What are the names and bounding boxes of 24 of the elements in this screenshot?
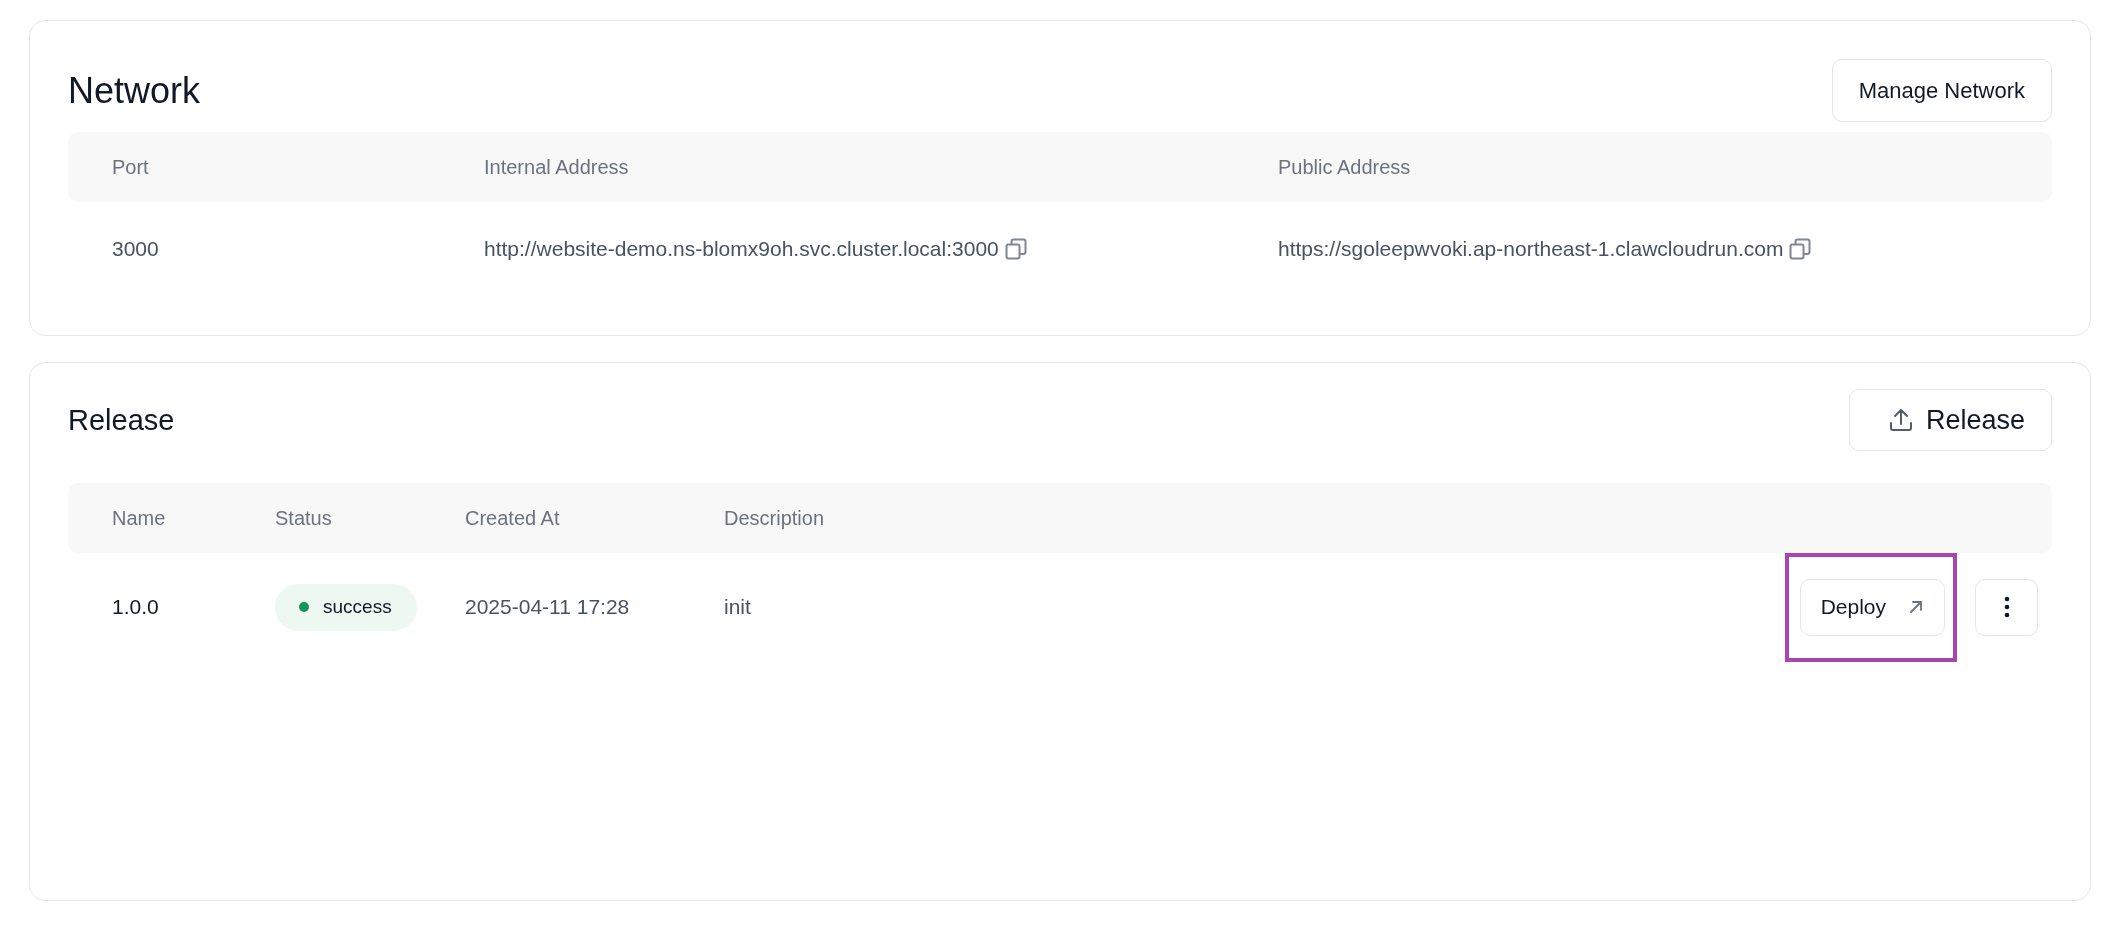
- status-badge: success: [275, 583, 417, 631]
- section-title: Release: [68, 403, 175, 437]
- arrow-up-right-icon: [1908, 599, 1924, 615]
- manage-network-button[interactable]: Manage Network: [1831, 59, 2052, 122]
- release-button[interactable]: Release: [1848, 389, 2052, 451]
- column-header: Public Address: [1278, 155, 1412, 179]
- more-icon: [2003, 596, 2010, 618]
- table-cell: http://website-demo.ns-blomx9oh.svc.cluster.local:3000: [484, 237, 999, 261]
- table-cell: https://sgoleepwvoki.ap-northeast-1.clawcloudrun.com: [1278, 237, 1784, 261]
- column-header: Created At: [465, 506, 561, 530]
- deploy-button[interactable]: Deploy: [1799, 578, 1945, 636]
- column-header: Internal Address: [484, 155, 630, 179]
- column-header: Description: [724, 506, 826, 530]
- column-header: Port: [112, 155, 150, 179]
- table-cell-text: 3000: [112, 237, 160, 261]
- upload-icon: [1887, 407, 1914, 433]
- section-title: Network: [68, 69, 201, 112]
- column-header: Name: [112, 506, 167, 530]
- table-cell-text: 2025-04-11 17:28: [465, 595, 631, 619]
- copy-icon[interactable]: [1789, 238, 1812, 260]
- copy-icon[interactable]: [1004, 238, 1027, 260]
- table-cell-text: 1.0.0: [112, 595, 160, 619]
- column-header: Status: [275, 506, 333, 530]
- table-cell-text: init: [724, 595, 752, 619]
